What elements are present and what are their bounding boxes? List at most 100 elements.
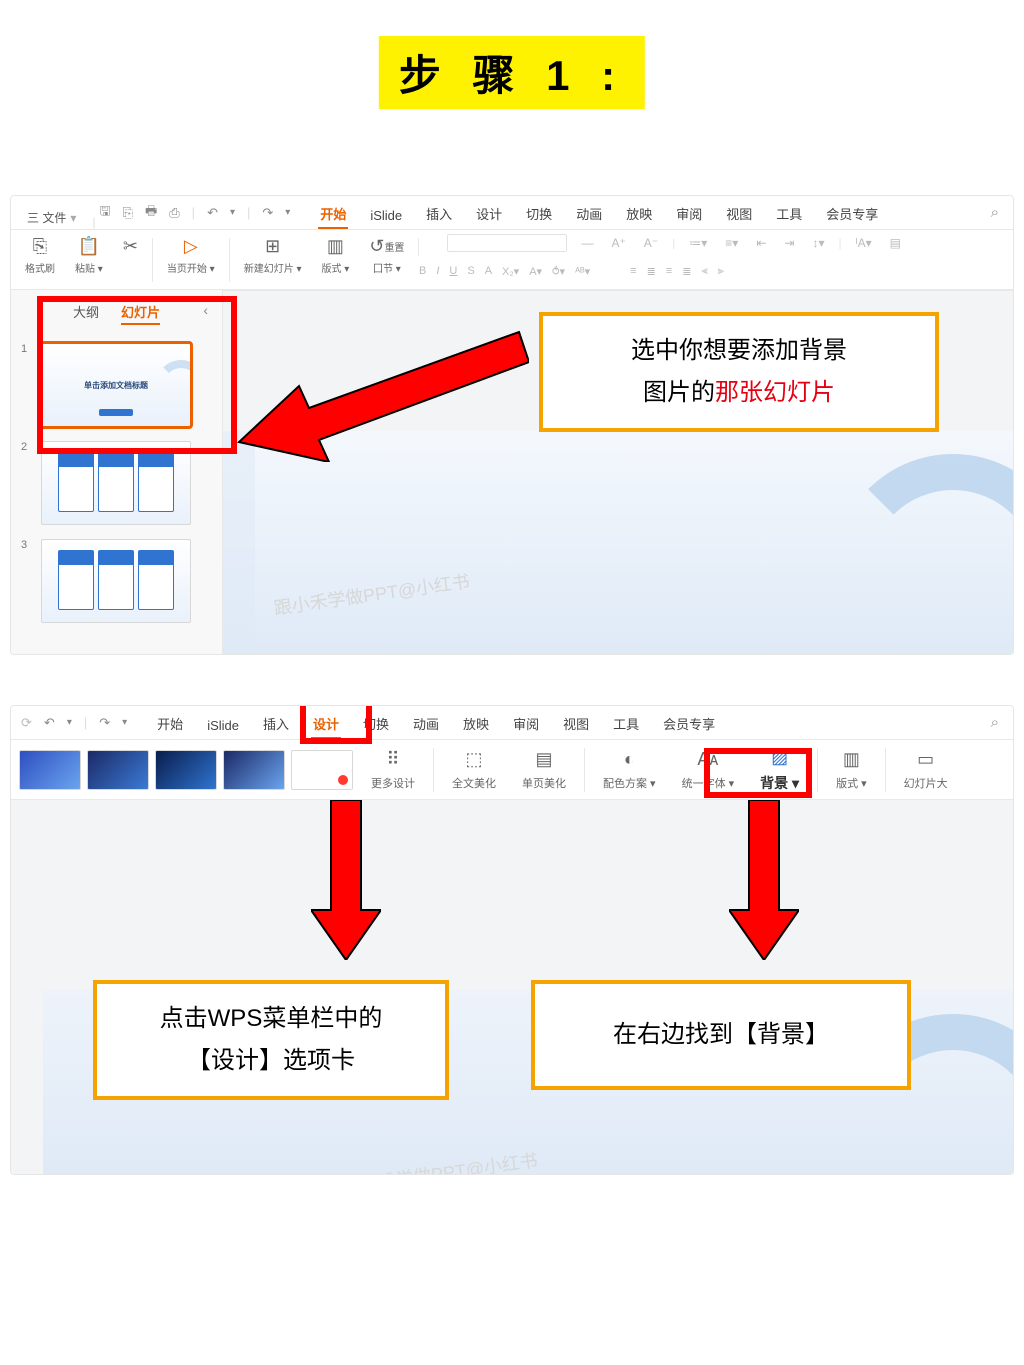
slide-thumbnail-2[interactable] [41, 441, 191, 525]
tab-view[interactable]: 视图 [714, 198, 764, 229]
ribbon-tabs: 开始 iSlide 插入 设计 切换 动画 放映 审阅 视图 工具 会员专享 [308, 196, 890, 229]
tab-animation[interactable]: 动画 [401, 708, 451, 739]
more-designs-button[interactable]: ⠿ 更多设计 [363, 749, 423, 791]
strike-icon[interactable]: S [467, 265, 474, 277]
tab-islide[interactable]: iSlide [358, 202, 414, 229]
undo-chev-icon[interactable]: ▾ [67, 717, 72, 728]
tab-review[interactable]: 审阅 [664, 198, 714, 229]
aicon[interactable]: ⥀▾ [552, 265, 565, 278]
template-thumb[interactable] [291, 750, 353, 790]
tab-insert[interactable]: 插入 [251, 708, 301, 739]
columns-icon[interactable]: ⫷ [701, 265, 707, 278]
tab-transition[interactable]: 切换 [514, 198, 564, 229]
italic-icon[interactable]: I [436, 265, 439, 277]
tab-member[interactable]: 会员专享 [814, 198, 890, 229]
indent-left-icon[interactable]: ⇤ [752, 234, 770, 252]
line-spacing-icon[interactable]: ↕▾ [808, 234, 828, 252]
slide-thumbnail-3[interactable] [41, 539, 191, 623]
clearfmt-icon[interactable]: A▾ [529, 265, 542, 278]
layout-icon: ▥ [843, 749, 860, 771]
icon[interactable]: ⟳ [21, 715, 32, 731]
callout-find-background: 在右边找到【背景】 [531, 980, 911, 1090]
layout2-button[interactable]: ▥ 版式 ▾ [828, 749, 875, 791]
number-list-icon[interactable]: ≡▾ [721, 234, 742, 252]
tab-review[interactable]: 审阅 [501, 708, 551, 739]
slide-number: 2 [21, 441, 35, 453]
slide-size-button[interactable]: ▭ 幻灯片大 [896, 749, 956, 791]
template-gallery[interactable] [19, 748, 353, 792]
decrease-font-icon[interactable]: A⁻ [640, 234, 662, 252]
redo-chev-icon[interactable]: ▾ [122, 717, 127, 728]
save-icon[interactable]: 🖫 [100, 202, 111, 224]
align-text-icon[interactable]: ▤ [886, 234, 905, 252]
columns2-icon[interactable]: ⫸ [718, 265, 724, 278]
redo-icon[interactable]: ↷ [99, 715, 110, 731]
new-slide-button[interactable]: ⊞ 新建幻灯片 ▾ [238, 234, 308, 275]
open-icon[interactable]: ⎘ [123, 205, 133, 221]
reset-button[interactable]: ↺ 重置 囗节 ▾ [363, 234, 410, 275]
layout-icon: ▥ [327, 234, 344, 258]
tab-member[interactable]: 会员专享 [651, 708, 727, 739]
tab-design[interactable]: 设计 [464, 198, 514, 229]
highlight-icon[interactable]: X₂▾ [502, 265, 519, 278]
preview-icon[interactable]: ⎙ [169, 205, 179, 221]
tab-insert[interactable]: 插入 [414, 198, 464, 229]
font-select[interactable] [447, 234, 567, 252]
tab-animation[interactable]: 动画 [564, 198, 614, 229]
beautify-all-button[interactable]: ⬚ 全文美化 [444, 749, 504, 791]
callout-left-line1: 点击WPS菜单栏中的 [115, 998, 427, 1040]
paste-button[interactable]: 📋 粘贴 ▾ [69, 234, 109, 275]
align-justify-icon[interactable]: ≣ [682, 265, 691, 278]
font-color-icon[interactable]: A [485, 265, 492, 277]
underline-icon[interactable]: U [449, 265, 457, 277]
ab-icon[interactable]: ᴬᴮ▾ [575, 265, 590, 278]
align-center-icon[interactable]: ≣ [647, 265, 656, 278]
undo-icon[interactable]: ↶ [207, 205, 218, 221]
template-thumb[interactable] [223, 750, 285, 790]
redo-icon[interactable]: ↷ [262, 205, 273, 221]
font-size-select[interactable]: — [577, 234, 597, 252]
template-thumb[interactable] [19, 750, 81, 790]
text-direction-icon[interactable]: ᴵA▾ [852, 234, 876, 252]
tab-start[interactable]: 开始 [308, 198, 358, 229]
print-icon[interactable]: 🖶 [145, 202, 157, 224]
slides-tab[interactable]: 幻灯片 [121, 302, 160, 325]
cut-button[interactable]: ✂ [117, 234, 144, 271]
search-icon[interactable]: ⌕ [991, 714, 999, 731]
undo-chevron-icon[interactable]: ▾ [230, 207, 235, 218]
tab-islide[interactable]: iSlide [195, 712, 251, 739]
file-menu[interactable]: 三 文件 ▾ [21, 206, 82, 229]
color-scheme-button[interactable]: ◐ 配色方案 ▾ [595, 749, 664, 791]
layout-button[interactable]: ▥ 版式 ▾ [316, 234, 356, 275]
outline-tab[interactable]: 大纲 [73, 302, 99, 325]
format-painter-button[interactable]: ⎘ 格式刷 [19, 234, 61, 275]
bold-icon[interactable]: B [419, 265, 426, 277]
bullet-list-icon[interactable]: ≔▾ [685, 234, 711, 252]
indent-right-icon[interactable]: ⇥ [780, 234, 798, 252]
template-thumb[interactable] [87, 750, 149, 790]
tab-tools[interactable]: 工具 [601, 708, 651, 739]
redo-chevron-icon[interactable]: ▾ [285, 207, 290, 218]
align-right-icon[interactable]: ≡ [666, 265, 672, 277]
new-slide-icon: ⊞ [265, 234, 280, 258]
tab-slideshow[interactable]: 放映 [451, 708, 501, 739]
slide-thumbnail-1[interactable]: 单击添加文档标题 [41, 343, 191, 427]
beautify-page-button[interactable]: ▤ 单页美化 [514, 749, 574, 791]
start-from-current-button[interactable]: ▷ 当页开始 ▾ [161, 234, 221, 275]
align-left-icon[interactable]: ≡ [630, 265, 636, 277]
collapse-panel-icon[interactable]: ‹ [203, 302, 208, 318]
background-button[interactable]: ▨ 背景 ▾ [752, 747, 807, 793]
tab-start[interactable]: 开始 [145, 708, 195, 739]
tab-view[interactable]: 视图 [551, 708, 601, 739]
thumb-deco-ring [156, 360, 191, 410]
tab-tools[interactable]: 工具 [764, 198, 814, 229]
tab-slideshow[interactable]: 放映 [614, 198, 664, 229]
unify-font-button[interactable]: Aᴀ 统一字体 ▾ [674, 749, 743, 791]
template-thumb[interactable] [155, 750, 217, 790]
tab-design[interactable]: 设计 [301, 708, 351, 739]
tab-transition[interactable]: 切换 [351, 708, 401, 739]
undo-icon[interactable]: ↶ [44, 715, 55, 731]
chevron-down-icon: ▾ [70, 211, 76, 225]
increase-font-icon[interactable]: A⁺ [607, 234, 629, 252]
search-icon[interactable]: ⌕ [991, 204, 999, 221]
